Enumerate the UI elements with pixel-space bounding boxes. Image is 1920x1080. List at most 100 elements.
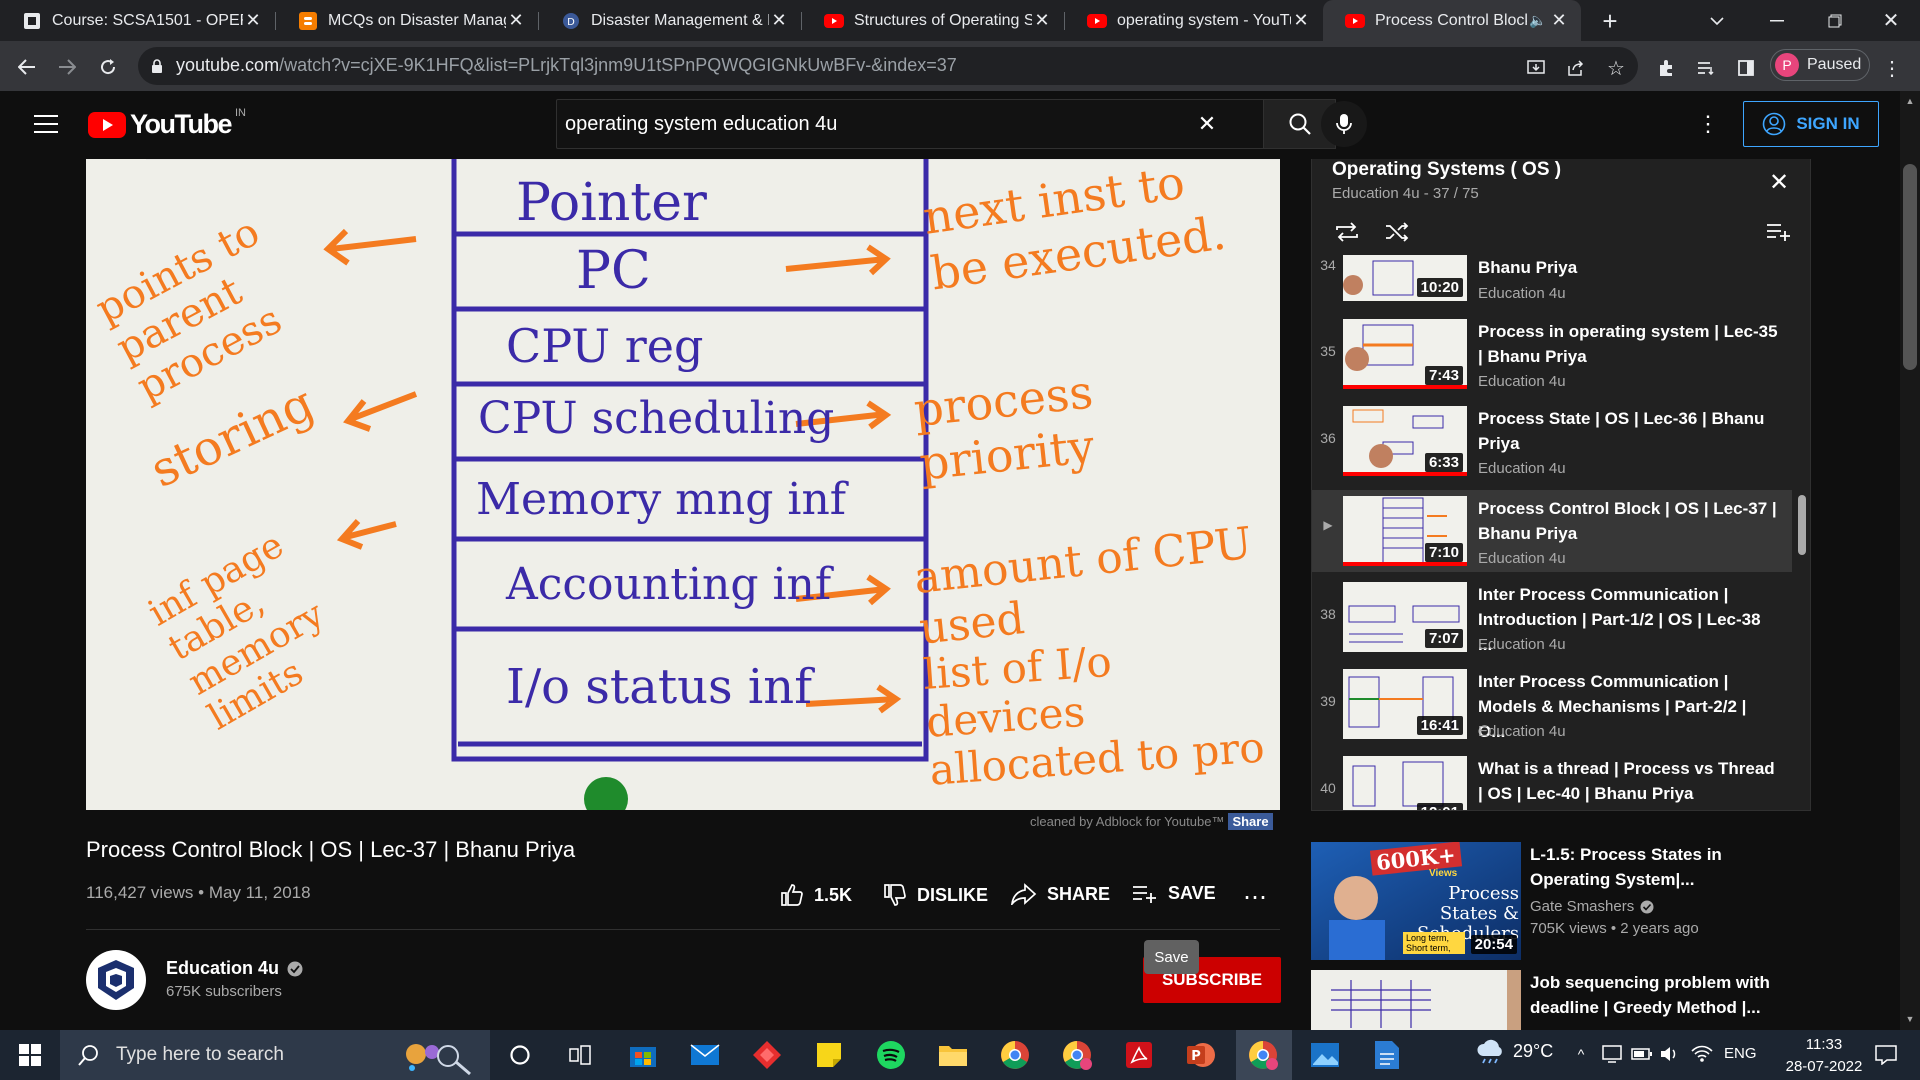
scroll-up-icon[interactable]: ▲ <box>1904 96 1916 106</box>
document-icon[interactable] <box>1370 1038 1404 1072</box>
wifi-icon[interactable] <box>1690 1042 1714 1066</box>
file-explorer-icon[interactable] <box>936 1038 970 1072</box>
taskbar-clock[interactable]: 11:33 28-07-2022 <box>1774 1034 1874 1078</box>
powerpoint-icon[interactable]: P <box>1184 1038 1218 1072</box>
tab-course-scsa1501[interactable]: Course: SCSA1501 - OPERA ✕ <box>0 0 275 41</box>
close-tab-icon[interactable]: ✕ <box>1291 10 1311 31</box>
tab-process-control-block[interactable]: Process Control Block | 🔈 ✕ <box>1323 0 1581 41</box>
close-tab-icon[interactable]: ✕ <box>243 10 263 31</box>
playlist-item-title[interactable]: Bhanu Priya <box>1478 255 1778 280</box>
tab-search-chevron-icon[interactable] <box>1705 10 1729 32</box>
close-tab-icon[interactable]: ✕ <box>1549 10 1569 31</box>
recommended-video[interactable]: Job sequencing problem with deadline | G… <box>1311 970 1831 1030</box>
side-panel-icon[interactable] <box>1732 54 1760 82</box>
playlist-thumbnail[interactable]: 16:41 <box>1343 669 1467 739</box>
playlist-thumbnail[interactable]: 7:43 <box>1343 319 1467 389</box>
lock-icon[interactable] <box>148 56 166 76</box>
playlist-thumbnail[interactable]: 7:07 <box>1343 582 1467 652</box>
battery-icon[interactable] <box>1630 1042 1654 1066</box>
sign-in-button[interactable]: SIGN IN <box>1743 101 1879 147</box>
playlist-item-39[interactable]: 39 16:41 Inter Process Communication | M… <box>1312 669 1792 757</box>
playlist-item-channel[interactable]: Education 4u <box>1478 460 1566 477</box>
close-tab-icon[interactable]: ✕ <box>769 10 789 31</box>
video-player[interactable]: Pointer PC CPU reg CPU scheduling Memory… <box>86 159 1280 810</box>
share-button[interactable]: SHARE <box>1011 883 1110 905</box>
forward-icon[interactable] <box>52 52 82 82</box>
voice-search-button[interactable] <box>1321 101 1367 147</box>
playlist-item-channel[interactable]: Education 4u <box>1478 373 1566 390</box>
rec-title[interactable]: L-1.5: Process States in Operating Syste… <box>1530 842 1790 892</box>
tab-disaster-management[interactable]: D Disaster Management & Pla ✕ <box>539 0 801 41</box>
profile-button[interactable]: P Paused <box>1770 49 1870 81</box>
mail-icon[interactable] <box>688 1038 722 1072</box>
playlist-item-channel[interactable]: Education 4u <box>1478 723 1566 740</box>
shuffle-icon[interactable] <box>1382 217 1412 247</box>
rec-title[interactable]: Job sequencing problem with deadline | G… <box>1530 970 1790 1020</box>
playlist-title[interactable]: Operating Systems ( OS ) <box>1332 159 1561 181</box>
playlist-item-38[interactable]: 38 7:07 Inter Process Communication | In… <box>1312 582 1792 670</box>
restore-icon[interactable] <box>1820 8 1850 34</box>
volume-icon[interactable] <box>1658 1042 1682 1066</box>
channel-name[interactable]: Education 4u <box>166 958 303 979</box>
like-button[interactable]: 1.5K <box>780 883 852 907</box>
share-page-icon[interactable] <box>1562 54 1590 82</box>
dislike-button[interactable]: DISLIKE <box>883 883 988 907</box>
adblock-share-link[interactable]: Share <box>1228 813 1273 830</box>
playlist-item-title[interactable]: Process Control Block | OS | Lec-37 | Bh… <box>1478 496 1778 546</box>
close-tab-icon[interactable]: ✕ <box>506 10 526 31</box>
add-to-playlist-icon[interactable] <box>1764 217 1794 247</box>
rec-thumbnail[interactable] <box>1311 970 1521 1030</box>
back-icon[interactable] <box>12 52 42 82</box>
hamburger-menu-icon[interactable] <box>30 108 62 140</box>
notification-center-icon[interactable] <box>1868 1040 1904 1070</box>
playlist-item-title[interactable]: What is a thread | Process vs Thread | O… <box>1478 756 1778 806</box>
task-view-icon[interactable] <box>562 1040 598 1070</box>
playlist-thumbnail[interactable]: 10:20 <box>1343 255 1467 301</box>
tray-chevron-up-icon[interactable]: ^ <box>1570 1042 1592 1066</box>
minimize-icon[interactable] <box>1762 8 1792 34</box>
channel-avatar[interactable] <box>86 950 146 1010</box>
playlist-thumbnail[interactable]: 7:10 <box>1343 496 1467 566</box>
weather-widget[interactable]: 29°C <box>1475 1038 1553 1064</box>
chrome-active-icon[interactable] <box>1246 1038 1280 1072</box>
playlist-item-current[interactable]: ▶ 7:10 Process Control Block | OS | Lec-… <box>1312 490 1792 572</box>
more-actions-icon[interactable]: ⋯ <box>1240 882 1270 912</box>
rec-thumbnail[interactable]: 600K+ Views Process States & Schedulers … <box>1311 842 1521 960</box>
red-diamond-app-icon[interactable] <box>750 1038 784 1072</box>
meet-now-icon[interactable] <box>1600 1042 1624 1066</box>
search-input[interactable] <box>565 110 1165 138</box>
reload-icon[interactable] <box>93 52 123 82</box>
reading-list-icon[interactable] <box>1692 54 1720 82</box>
extensions-puzzle-icon[interactable] <box>1652 54 1680 82</box>
playlist-thumbnail[interactable]: 6:33 <box>1343 406 1467 476</box>
settings-more-icon[interactable]: ⋮ <box>1694 110 1722 138</box>
close-playlist-icon[interactable]: ✕ <box>1764 167 1794 197</box>
rec-channel[interactable]: Gate Smashers <box>1530 898 1654 915</box>
windows-start-icon[interactable] <box>14 1040 46 1070</box>
install-app-icon[interactable] <box>1522 54 1550 82</box>
playlist-scrollbar[interactable] <box>1798 495 1806 555</box>
playlist-item-40[interactable]: 40 12:01 What is a thread | Process vs T… <box>1312 756 1792 810</box>
recommended-video[interactable]: 600K+ Views Process States & Schedulers … <box>1311 842 1831 960</box>
acrobat-reader-icon[interactable] <box>1122 1038 1156 1072</box>
browser-menu-icon[interactable]: ⋮ <box>1880 54 1904 82</box>
bookmark-star-icon[interactable]: ☆ <box>1602 54 1630 82</box>
tab-audio-muted-icon[interactable]: 🔈 <box>1527 12 1549 29</box>
chrome-profile-icon[interactable] <box>1060 1038 1094 1072</box>
tab-mcqs-disaster[interactable]: MCQs on Disaster Managem ✕ <box>276 0 538 41</box>
new-tab-icon[interactable]: + <box>1595 6 1625 36</box>
playlist-item-35[interactable]: 35 7:43 Process in operating system | Le… <box>1312 319 1792 407</box>
playlist-item-channel[interactable]: Education 4u <box>1478 550 1566 567</box>
page-scrollbar-thumb[interactable] <box>1903 164 1917 370</box>
youtube-logo[interactable]: YouTube IN <box>88 107 246 140</box>
tab-os-youtube[interactable]: operating system - YouTub ✕ <box>1065 0 1323 41</box>
chrome-icon[interactable] <box>998 1038 1032 1072</box>
sticky-notes-icon[interactable] <box>812 1038 846 1072</box>
playlist-item-channel[interactable]: Education 4u <box>1478 636 1566 653</box>
playlist-item-36[interactable]: 36 6:33 Process State | OS | Lec-36 | Bh… <box>1312 406 1792 494</box>
search-box[interactable] <box>556 99 1264 149</box>
spotify-icon[interactable] <box>874 1038 908 1072</box>
scroll-down-icon[interactable]: ▼ <box>1904 1014 1916 1024</box>
clear-search-icon[interactable]: ✕ <box>1193 110 1221 138</box>
cortana-icon[interactable] <box>502 1040 538 1070</box>
